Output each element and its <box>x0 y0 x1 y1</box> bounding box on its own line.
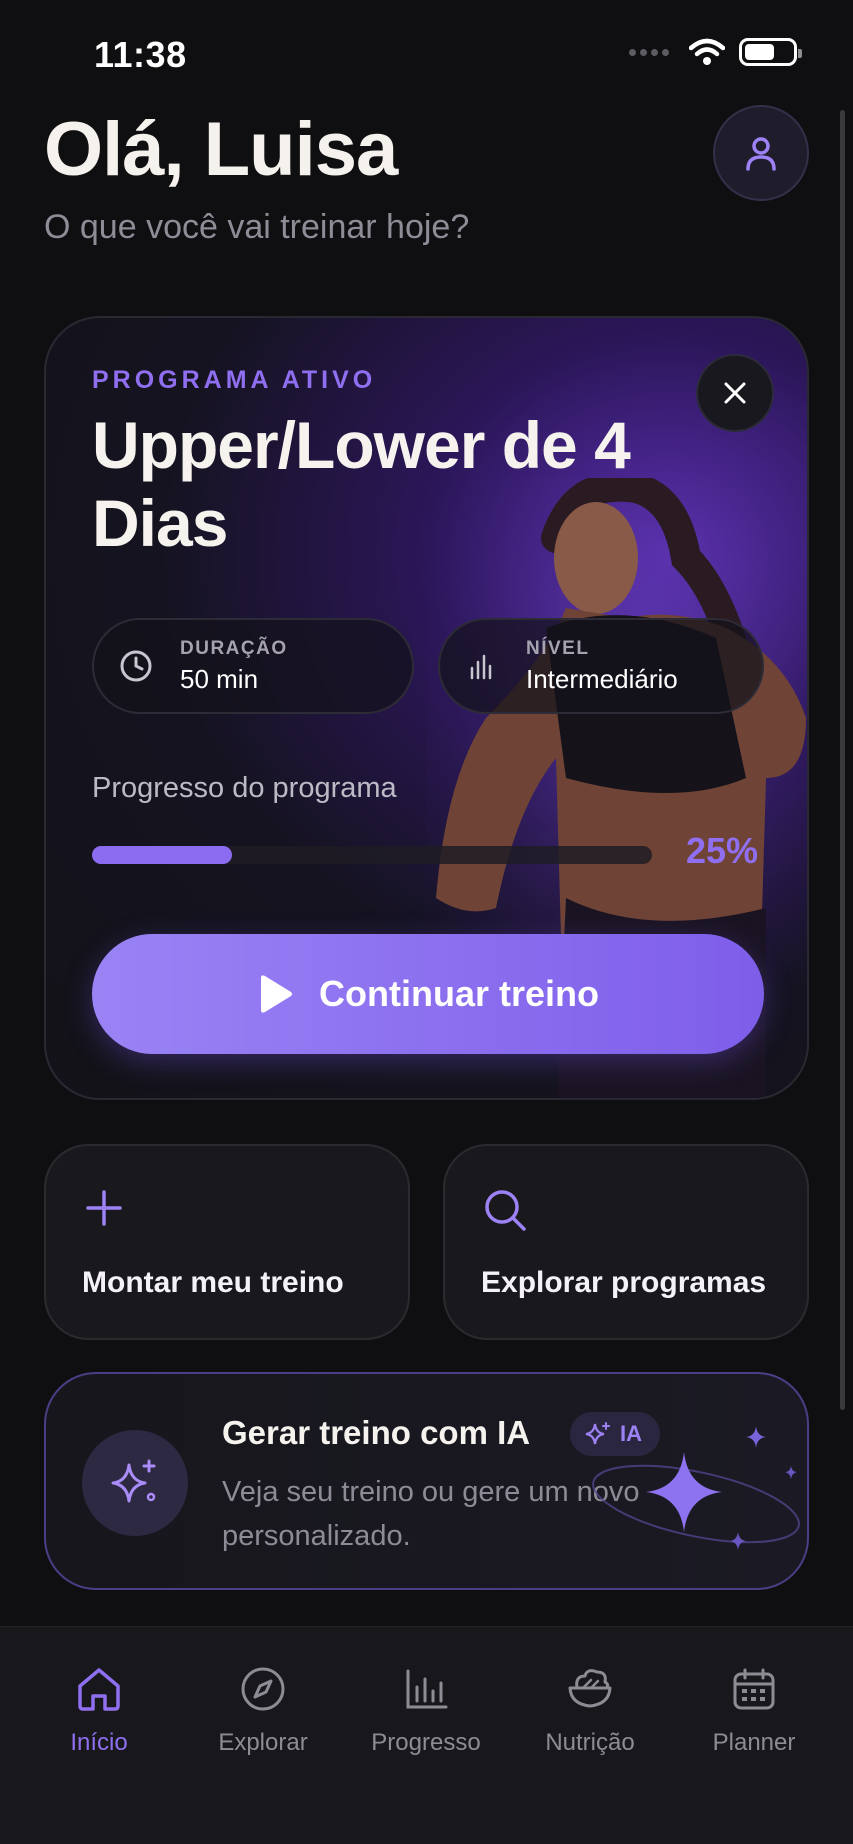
tab-inicio[interactable]: Início <box>14 1663 184 1757</box>
status-time: 11:38 <box>94 34 187 75</box>
explore-programs-tile[interactable]: Explorar programas <box>443 1144 809 1340</box>
greeting-subtitle: O que você vai treinar hoje? <box>44 208 470 246</box>
user-icon <box>746 137 776 171</box>
ai-card-title: Gerar treino com IA <box>222 1414 531 1451</box>
tab-label: Explorar <box>218 1729 308 1756</box>
level-pill: NÍVEL Intermediário <box>438 618 764 714</box>
continue-workout-label: Continuar treino <box>319 973 599 1014</box>
search-icon <box>481 1186 529 1234</box>
status-icons <box>629 38 802 66</box>
progress-fill <box>92 846 232 864</box>
level-label: NÍVEL <box>526 637 590 659</box>
duration-label: DURAÇÃO <box>180 637 288 659</box>
bar-chart-icon <box>462 646 502 686</box>
battery-icon <box>739 38 802 66</box>
tab-label: Planner <box>712 1729 796 1756</box>
ai-sparkle-icon <box>82 1430 188 1536</box>
build-workout-tile[interactable]: Montar meu treino <box>44 1144 410 1340</box>
plus-icon <box>82 1186 130 1234</box>
progress-bar <box>92 846 652 864</box>
explore-programs-label: Explorar programas <box>481 1266 767 1299</box>
calendar-icon <box>728 1663 780 1715</box>
tab-label: Nutrição <box>545 1729 635 1756</box>
duration-value: 50 min <box>180 663 259 694</box>
profile-button[interactable] <box>713 105 809 201</box>
tab-planner[interactable]: Planner <box>669 1663 839 1757</box>
decorative-sparkles-icon <box>592 1426 800 1550</box>
tab-label: Progresso <box>371 1729 481 1756</box>
greeting-title: Olá, Luisa <box>44 107 398 192</box>
program-title: Upper/Lower de 4 Dias <box>92 408 631 560</box>
active-program-card[interactable]: PROGRAMA ATIVO Upper/Lower de 4 Dias DUR… <box>44 316 809 1100</box>
tab-nutricao[interactable]: Nutrição <box>505 1663 675 1757</box>
bottom-tab-bar: Início Explorar Progresso Nutrição Plann… <box>0 1626 853 1844</box>
compass-icon <box>237 1663 289 1715</box>
close-icon <box>724 382 746 404</box>
duration-pill: DURAÇÃO 50 min <box>92 618 414 714</box>
salad-bowl-icon <box>564 1663 616 1715</box>
tab-label: Início <box>70 1729 128 1756</box>
cellular-signal-icon <box>629 48 669 56</box>
build-workout-label: Montar meu treino <box>82 1266 344 1299</box>
program-status-label: PROGRAMA ATIVO <box>92 366 377 394</box>
play-icon <box>261 975 292 1013</box>
clock-icon <box>116 646 156 686</box>
scrollbar[interactable] <box>840 110 845 1410</box>
continue-workout-button[interactable]: Continuar treino <box>92 934 764 1054</box>
bar-chart-icon <box>400 1663 452 1715</box>
status-bar: 11:38 <box>0 0 853 110</box>
tab-progresso[interactable]: Progresso <box>341 1663 511 1757</box>
ai-workout-card[interactable]: Gerar treino com IA IA Veja seu treino o… <box>44 1372 809 1590</box>
progress-label: Progresso do programa <box>92 772 397 804</box>
level-value: Intermediário <box>526 663 678 694</box>
tab-explorar[interactable]: Explorar <box>178 1663 348 1757</box>
wifi-icon <box>689 38 725 65</box>
home-icon <box>73 1663 125 1715</box>
progress-percent: 25% <box>686 830 759 871</box>
